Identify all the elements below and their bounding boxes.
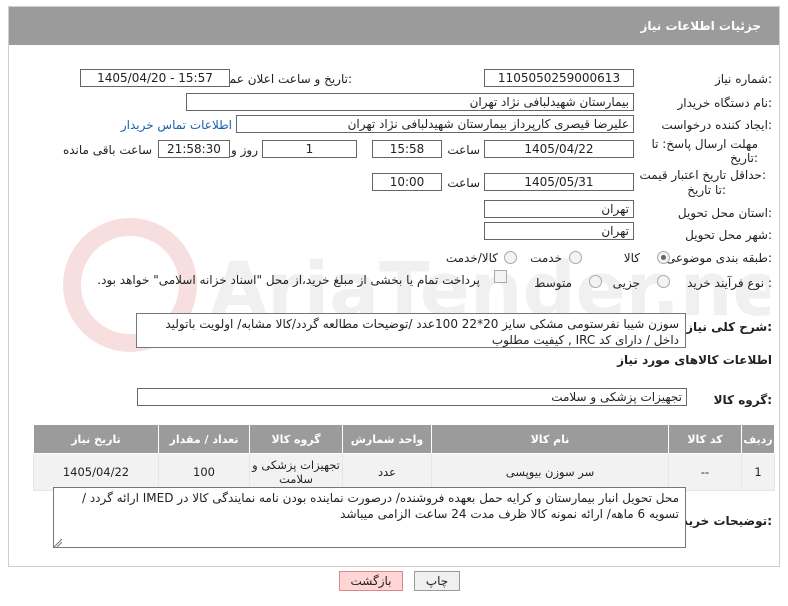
price-validity-time-field: 10:00 [372, 173, 442, 191]
remaining-time-label: ساعت باقی مانده [62, 143, 152, 157]
table-row: 1 -- سر سوزن بیوپسی عدد تجهیزات پزشکی و … [33, 453, 775, 491]
process-minor-radio[interactable] [657, 275, 670, 288]
city-field: تهران [484, 222, 634, 240]
col-date: تاریخ نیاز [33, 424, 159, 454]
days-label: روز و [231, 143, 258, 157]
goods-section-title: اطلاعات کالاهای مورد نیاز [617, 353, 772, 367]
buyer-org-field: بیمارستان شهیدلبافی نژاد تهران [186, 93, 634, 111]
cell-date: 1405/04/22 [33, 453, 159, 491]
col-group: گروه کالا [249, 424, 343, 454]
reply-time-field: 15:58 [372, 140, 442, 158]
col-code: کد کالا [668, 424, 742, 454]
reply-date-field: 1405/04/22 [484, 140, 634, 158]
remaining-days-field: 1 [262, 140, 357, 158]
reply-deadline-label-2: تاریخ: [730, 151, 758, 165]
reply-deadline-label: مهلت ارسال پاسخ: تا [651, 137, 758, 151]
panel-header: جزئیات اطلاعات نیاز [9, 7, 779, 45]
price-validity-date-field: 1405/05/31 [484, 173, 634, 191]
goods-group-field: تجهیزات پزشکی و سلامت [137, 388, 687, 406]
cell-name: سر سوزن بیوپسی [431, 453, 669, 491]
treasury-payment-checkbox[interactable] [494, 270, 507, 283]
category-label: طبقه بندی موضوعی: [665, 251, 772, 265]
requester-label: ایجاد کننده درخواست: [661, 118, 772, 132]
reply-time-label: ساعت [447, 143, 480, 157]
buyer-contact-link[interactable]: اطلاعات تماس خریدار [121, 118, 232, 132]
back-button[interactable]: بازگشت [339, 571, 403, 591]
price-validity-time-label: ساعت [447, 176, 480, 190]
province-field: تهران [484, 200, 634, 218]
treasury-payment-note: پرداخت تمام یا بخشی از مبلغ خرید،از محل … [97, 273, 480, 287]
goods-table: ردیف کد کالا نام کالا واحد شمارش گروه کا… [33, 424, 775, 491]
panel-title: جزئیات اطلاعات نیاز [640, 19, 761, 33]
cell-code: -- [668, 453, 742, 491]
category-goods-service-radio[interactable] [504, 251, 517, 264]
city-label: شهر محل تحویل: [685, 228, 772, 242]
requester-field: علیرضا قیصری کارپرداز بیمارستان شهیدلباف… [236, 115, 634, 133]
cell-row: 1 [741, 453, 775, 491]
goods-group-label: گروه کالا: [713, 393, 772, 407]
announce-datetime-field: 1405/04/20 - 15:57 [80, 69, 230, 87]
description-textarea: سوزن شیبا نفرستومی مشکی سایز 20*22 100عد… [136, 313, 686, 348]
province-label: استان محل تحویل: [677, 206, 772, 220]
print-button[interactable]: چاپ [414, 571, 460, 591]
remaining-time-field: 21:58:30 [158, 140, 230, 158]
category-service-radio[interactable] [569, 251, 582, 264]
price-validity-label-2: تا تاریخ: [687, 183, 726, 197]
category-service-label: خدمت [530, 251, 562, 265]
goods-table-wrap: ردیف کد کالا نام کالا واحد شمارش گروه کا… [33, 424, 775, 491]
purchase-process-label: نوع فرآیند خرید : [687, 276, 772, 290]
col-name: نام کالا [431, 424, 669, 454]
col-row: ردیف [741, 424, 775, 454]
category-goods-service-label: کالا/خدمت [445, 251, 498, 265]
process-minor-label: جزیی [612, 276, 640, 290]
resize-grip-icon[interactable] [54, 539, 62, 547]
need-number-field: 1105050259000613 [484, 69, 634, 87]
cell-group: تجهیزات پزشکی و سلامت [249, 453, 343, 491]
goods-table-header: ردیف کد کالا نام کالا واحد شمارش گروه کا… [33, 424, 775, 454]
buyer-org-label: نام دستگاه خریدار: [677, 96, 773, 110]
category-goods-label: کالا [623, 251, 640, 265]
price-validity-label: حداقل تاریخ اعتبار قیمت: [639, 168, 766, 182]
process-medium-label: متوسط [534, 276, 572, 290]
need-number-label: شماره نیاز: [714, 72, 772, 86]
buyer-notes-textarea: محل تحویل انبار بیمارستان و کرایه حمل بع… [53, 487, 686, 548]
cell-qty: 100 [158, 453, 250, 491]
col-qty: تعداد / مقدار [158, 424, 250, 454]
cell-unit: عدد [342, 453, 432, 491]
description-label: شرح کلی نیاز: [686, 320, 772, 334]
process-medium-radio[interactable] [589, 275, 602, 288]
col-unit: واحد شمارش [342, 424, 432, 454]
category-goods-radio[interactable] [657, 251, 670, 264]
